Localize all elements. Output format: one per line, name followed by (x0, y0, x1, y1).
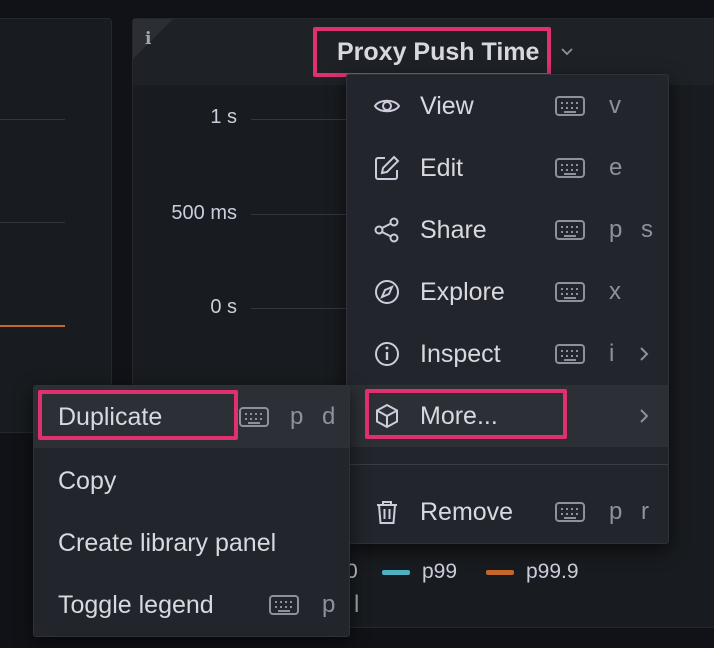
info-icon[interactable]: i (145, 29, 151, 49)
menu-item-share[interactable]: Share p s (347, 199, 668, 261)
menu-item-edit[interactable]: Edit e (347, 137, 668, 199)
edit-icon (375, 155, 400, 180)
keyboard-icon (555, 344, 585, 364)
submenu-item-label: Create library panel (58, 528, 277, 557)
submenu-item-copy[interactable]: Copy (34, 450, 349, 512)
submenu-item-shortcut: p l (322, 591, 366, 618)
legend-label: p99.9 (526, 560, 579, 583)
trash-icon (377, 501, 397, 524)
menu-item-label: Remove (420, 497, 514, 526)
more-submenu: Duplicate p d Copy Create library panel … (33, 385, 359, 637)
compass-icon (375, 280, 399, 304)
submenu-item-shortcut: p d (290, 403, 342, 430)
gridline (0, 222, 65, 223)
menu-item-label: Edit (420, 153, 464, 182)
menu-item-shortcut: v (609, 92, 627, 119)
y-tick-label: 0 s (210, 296, 237, 318)
menu-item-explore[interactable]: Explore x (347, 261, 668, 323)
gridline (251, 119, 347, 120)
share-icon (374, 217, 399, 243)
info-circle-icon (375, 342, 399, 366)
submenu-item-toggle-legend[interactable]: Toggle legend p l (34, 574, 359, 636)
submenu-item-label: Copy (58, 466, 117, 495)
legend-item-p99-9[interactable]: p99.9 (486, 560, 579, 584)
menu-item-shortcut: p r (609, 498, 656, 525)
panel-title[interactable]: Proxy Push Time (313, 27, 552, 77)
keyboard-icon (239, 407, 269, 427)
chevron-right-icon (640, 347, 649, 361)
keyboard-icon (555, 502, 585, 522)
menu-item-label: Share (420, 215, 487, 244)
gridline (251, 214, 347, 215)
highlight-box-more (365, 389, 567, 439)
panel-title-wrap[interactable]: Proxy Push Time (313, 27, 575, 77)
keyboard-icon (555, 158, 585, 178)
legend-swatch (382, 569, 410, 575)
chevron-right-icon (640, 409, 649, 423)
menu-item-remove[interactable]: Remove p r (347, 481, 668, 543)
series-line-orange (0, 325, 65, 327)
menu-item-shortcut: i (609, 340, 621, 367)
submenu-item-create-library-panel[interactable]: Create library panel (34, 512, 349, 574)
y-tick-label: 500 ms (171, 202, 237, 224)
keyboard-icon (555, 96, 585, 116)
highlight-box-duplicate (38, 390, 238, 440)
left-panel (0, 18, 112, 433)
panel-menu: View v Edit e Share p s Explore x Inspec… (346, 74, 669, 544)
menu-item-label: Inspect (420, 339, 501, 368)
menu-item-view[interactable]: View v (347, 75, 668, 137)
menu-item-label: View (420, 91, 474, 120)
info-corner[interactable] (133, 19, 173, 59)
submenu-item-label: Toggle legend (58, 590, 214, 619)
menu-item-label: Explore (420, 277, 505, 306)
menu-item-shortcut: e (609, 154, 629, 181)
gridline (0, 119, 65, 120)
y-tick-label: 1 s (210, 106, 237, 128)
eye-icon (373, 99, 401, 113)
gridline (251, 308, 347, 309)
chevron-down-icon[interactable] (559, 44, 575, 60)
legend-label: p99 (422, 560, 458, 583)
legend-swatch (486, 569, 514, 575)
menu-divider (347, 464, 668, 465)
legend-item-p99[interactable]: p99 (382, 560, 457, 584)
menu-item-inspect[interactable]: Inspect i (347, 323, 668, 385)
keyboard-icon (555, 282, 585, 302)
menu-item-shortcut: p s (609, 216, 660, 243)
menu-item-shortcut: x (609, 278, 627, 305)
keyboard-icon (555, 220, 585, 240)
keyboard-icon (269, 595, 299, 615)
